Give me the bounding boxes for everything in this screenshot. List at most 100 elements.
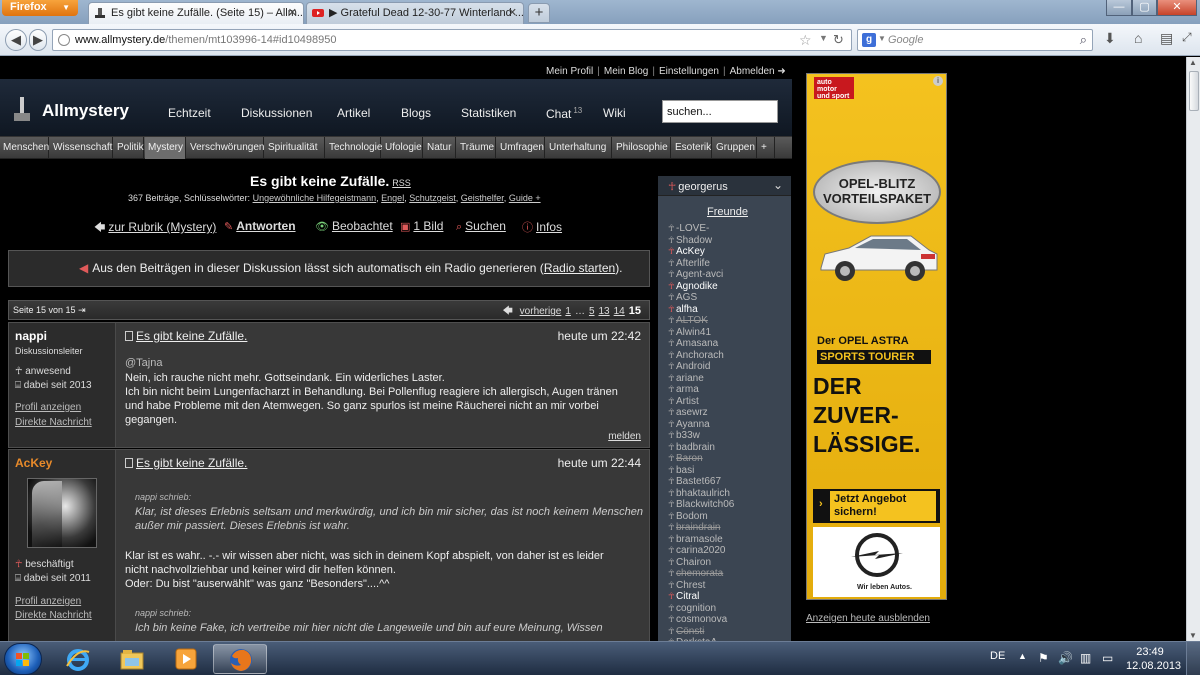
clock-date[interactable]: 12.08.2013	[1126, 660, 1181, 672]
info-link[interactable]: ⓘ Infos	[522, 219, 562, 235]
author-name[interactable]: nappi	[15, 329, 47, 343]
scrollbar-thumb[interactable]	[1189, 71, 1199, 111]
friend-item[interactable]: ☥Afterlife	[668, 258, 710, 269]
friend-item[interactable]: ☥cosmonova	[668, 614, 727, 625]
friend-item[interactable]: ☥Amasana	[668, 338, 718, 349]
keyword-link[interactable]: Guide +	[509, 193, 541, 203]
bookmark-star-icon[interactable]: ☆	[799, 32, 812, 49]
friend-item[interactable]: ☥bramasole	[668, 534, 723, 545]
category-gruppen[interactable]: Gruppen	[713, 137, 757, 159]
profile-link[interactable]: Profil anzeigen	[15, 596, 81, 607]
watched-link[interactable]: 👁 Beobachtet	[315, 219, 393, 233]
category-menschen[interactable]: Menschen	[0, 137, 49, 159]
taskbar-media-player[interactable]	[159, 644, 213, 674]
ad-cta-button[interactable]: › Jetzt Angebot sichern!	[813, 489, 940, 523]
search-input[interactable]: Google	[888, 34, 923, 46]
friend-item[interactable]: ☥bhaktaulrich	[668, 488, 730, 499]
download-icon[interactable]: ⬇	[1104, 30, 1116, 47]
page-link[interactable]: 5	[589, 306, 595, 317]
window-maximize-button[interactable]: ▢	[1132, 0, 1157, 16]
friend-item[interactable]: ☥Ayanna	[668, 419, 710, 430]
category-träume[interactable]: Träume	[457, 137, 496, 159]
author-name[interactable]: AcKey	[15, 456, 52, 470]
friend-item[interactable]: ☥ALTOK	[668, 315, 708, 326]
window-minimize-button[interactable]: —	[1106, 0, 1132, 16]
address-bar[interactable]: www.allmystery.de/themen/mt103996-14#id1…	[52, 29, 852, 51]
start-button[interactable]	[4, 643, 42, 675]
page-link[interactable]: 1	[565, 306, 571, 317]
friend-item[interactable]: ☥ariane	[668, 373, 704, 384]
friend-item[interactable]: ☥Android	[668, 361, 710, 372]
site-logo[interactable]: Allmystery	[42, 101, 129, 121]
keyword-link[interactable]: Ungewöhnliche Hilfegeistmann	[253, 193, 377, 203]
google-engine-icon[interactable]: g	[862, 33, 876, 47]
friend-item[interactable]: ☥arma	[668, 384, 699, 395]
avatar[interactable]	[27, 478, 97, 548]
url-text[interactable]: www.allmystery.de/themen/mt103996-14#id1…	[75, 34, 337, 46]
keyword-link[interactable]: Engel	[381, 193, 404, 203]
friend-item[interactable]: ☥Bastet667	[668, 476, 721, 487]
reply-link[interactable]: ✎ Antworten	[224, 219, 296, 233]
search-thread-link[interactable]: ⌕ Suchen	[456, 219, 506, 234]
friend-item[interactable]: ☥Baron	[668, 453, 703, 464]
action-center-icon[interactable]: ▭	[1102, 651, 1113, 665]
report-link[interactable]: melden	[608, 431, 641, 442]
friend-item[interactable]: ☥Blackwitch06	[668, 499, 734, 510]
friend-item[interactable]: ☥-LOVE-	[668, 223, 709, 234]
profile-link[interactable]: Profil anzeigen	[15, 402, 81, 413]
firefox-menu-button[interactable]: Firefox ▼	[2, 0, 78, 16]
friend-item[interactable]: ☥badbrain	[668, 442, 715, 453]
search-bar[interactable]: g ▼ Google ⌕	[857, 29, 1093, 51]
friend-item[interactable]: ☥Agent-avci	[668, 269, 723, 280]
input-language[interactable]: DE	[990, 650, 1005, 662]
mention-link[interactable]: @Tajna	[125, 356, 641, 370]
friend-item[interactable]: ☥b33w	[668, 430, 700, 441]
friend-item[interactable]: ☥Cönsti	[668, 626, 704, 637]
my-profile-link[interactable]: Mein Profil	[546, 66, 593, 77]
site-search-input[interactable]: suchen...	[662, 100, 778, 123]
keyword-link[interactable]: Geisthelfer	[461, 193, 504, 203]
friend-item[interactable]: ☥chemorata	[668, 568, 723, 579]
tab-youtube[interactable]: ▶ Grateful Dead 12-30-77 Winterland ... …	[306, 2, 524, 24]
volume-icon[interactable]: 🔊	[1058, 651, 1073, 665]
friends-header[interactable]: ☥ georgerus ⌄	[658, 176, 791, 196]
network-icon[interactable]: ▥	[1080, 651, 1091, 665]
post-title-link[interactable]: Es gibt keine Zufälle.	[125, 329, 247, 343]
category-umfragen[interactable]: Umfragen	[497, 137, 545, 159]
scroll-down-icon[interactable]: ▼	[1189, 631, 1197, 640]
search-icon[interactable]: ⌕	[1080, 32, 1087, 48]
images-link[interactable]: ▣ 1 Bild	[400, 219, 443, 233]
back-button[interactable]: ◀	[5, 29, 27, 51]
category-verschwörungen[interactable]: Verschwörungen	[187, 137, 265, 159]
friend-item[interactable]: ☥Agnodike	[668, 281, 718, 292]
reload-icon[interactable]: ↻	[833, 32, 844, 48]
clock-time[interactable]: 23:49	[1130, 646, 1170, 658]
hide-ads-link[interactable]: Anzeigen heute ausblenden	[806, 613, 930, 624]
friend-item[interactable]: ☥Anchorach	[668, 350, 724, 361]
ad-info-icon[interactable]: i	[933, 76, 943, 86]
scroll-up-icon[interactable]: ▲	[1189, 58, 1197, 67]
category-esoterik[interactable]: Esoterik	[672, 137, 712, 159]
allmystery-logo-icon[interactable]	[14, 97, 30, 121]
category-more-button[interactable]: +	[758, 137, 775, 159]
tray-expand-icon[interactable]: ▲	[1018, 651, 1027, 661]
tray-flag-icon[interactable]: ⚑	[1038, 651, 1049, 665]
friend-item[interactable]: ☥asewrz	[668, 407, 708, 418]
category-philosophie[interactable]: Philosophie	[613, 137, 671, 159]
friend-item[interactable]: ☥Shadow	[668, 235, 712, 246]
previous-page-link[interactable]: vorherige	[520, 306, 562, 317]
category-technologie[interactable]: Technologie	[326, 137, 382, 159]
url-history-dropdown-icon[interactable]: ▼	[819, 33, 828, 43]
category-natur[interactable]: Natur	[424, 137, 456, 159]
nav-wiki[interactable]: Wiki	[603, 106, 626, 120]
friend-item[interactable]: ☥carina2020	[668, 545, 725, 556]
bookmarks-icon[interactable]: ▤	[1160, 30, 1173, 47]
new-tab-button[interactable]: +	[528, 3, 550, 23]
back-to-category-link[interactable]: 🡄 zur Rubrik (Mystery)	[94, 219, 216, 238]
nav-blogs[interactable]: Blogs	[401, 106, 431, 120]
nav-statistiken[interactable]: Statistiken	[461, 106, 516, 120]
tab-allmystery[interactable]: Es gibt keine Zufälle. (Seite 15) – Allm…	[88, 2, 304, 24]
friends-title-link[interactable]: Freunde	[707, 206, 748, 218]
friend-item[interactable]: ☥Chairon	[668, 557, 711, 568]
friend-item[interactable]: ☥braindrain	[668, 522, 720, 533]
